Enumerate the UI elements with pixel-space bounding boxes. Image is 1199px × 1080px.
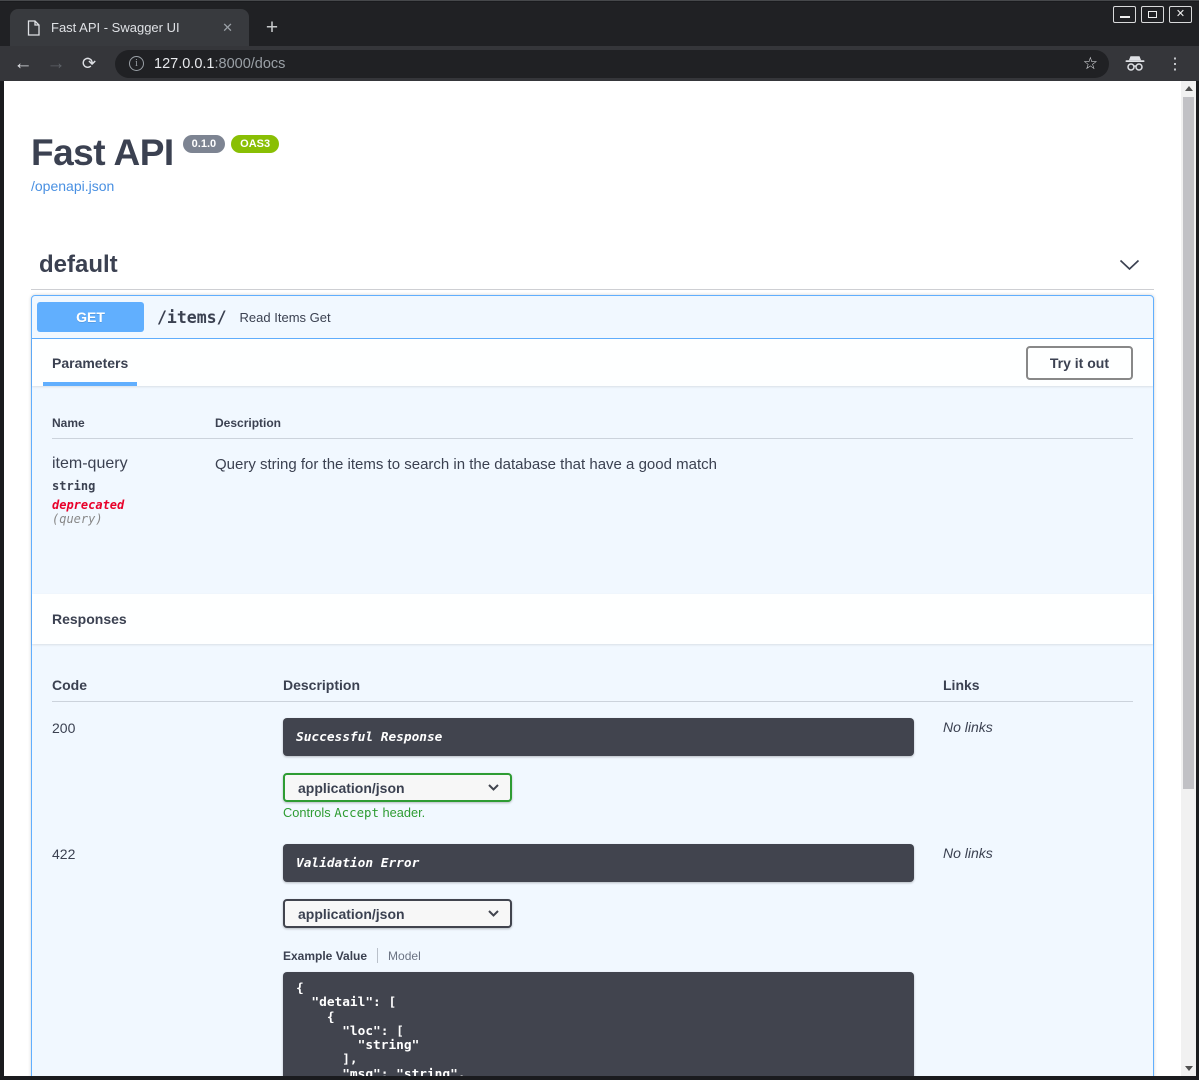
example-model-tabs: Example Value Model: [283, 948, 943, 963]
accept-note-code: Accept: [334, 805, 379, 820]
media-type-value: application/json: [298, 779, 405, 796]
response-description-box: Successful Response: [283, 718, 914, 756]
maximize-button[interactable]: [1141, 6, 1164, 23]
minimize-button[interactable]: [1113, 6, 1136, 23]
incognito-icon[interactable]: [1123, 55, 1147, 72]
openapi-spec-link[interactable]: /openapi.json: [31, 178, 114, 194]
responses-header: Responses: [32, 594, 1153, 644]
swagger-page: Fast API 0.1.0 OAS3 /openapi.json defaul…: [4, 81, 1181, 1076]
response-description-cell: Successful Response application/json Con…: [283, 702, 943, 820]
tab-strip: Fast API - Swagger UI ✕ + ✕: [0, 2, 1199, 46]
scroll-up-icon: [1184, 86, 1193, 91]
url-path: :8000/docs: [214, 55, 286, 72]
media-type-select[interactable]: application/json: [283, 899, 512, 928]
chevron-down-icon[interactable]: [1119, 259, 1140, 271]
accept-note-prefix: Controls: [283, 805, 335, 820]
bookmark-star-icon[interactable]: ☆: [1083, 54, 1098, 74]
response-description-text: Successful Response: [296, 730, 443, 745]
forward-icon[interactable]: →: [45, 54, 67, 73]
param-col-description: Description: [215, 416, 1133, 439]
scrollbar-up-button[interactable]: [1181, 81, 1196, 96]
tab-close-icon[interactable]: ✕: [216, 20, 239, 36]
url-host: 127.0.0.1: [154, 55, 215, 72]
responses-heading: Responses: [52, 611, 127, 627]
vertical-scrollbar: [1181, 81, 1196, 1076]
response-row-200: 200 Successful Response application/json…: [52, 702, 1133, 820]
parameter-type: string: [52, 479, 96, 493]
parameters-section: Name Description item-query string depre…: [32, 386, 1153, 594]
site-info-icon[interactable]: i: [129, 56, 144, 71]
close-icon: ✕: [1175, 8, 1186, 20]
media-type-value: application/json: [298, 905, 405, 922]
media-type-select[interactable]: application/json: [283, 773, 512, 802]
parameter-description: Query string for the items to search in …: [215, 456, 717, 473]
swagger-content: Fast API 0.1.0 OAS3 /openapi.json defaul…: [4, 134, 1181, 1076]
parameters-tab-header: Parameters Try it out: [32, 339, 1153, 386]
tab-parameters: Parameters: [43, 339, 138, 386]
address-bar[interactable]: i 127.0.0.1:8000/docs ☆: [115, 49, 1109, 78]
url-text: 127.0.0.1:8000/docs: [154, 56, 285, 72]
back-icon[interactable]: ←: [12, 54, 34, 73]
response-code: 200: [52, 720, 76, 736]
browser-window: Fast API - Swagger UI ✕ + ✕ ← → ⟳ i 127.…: [0, 0, 1199, 1080]
chevron-down-icon: [488, 910, 499, 917]
api-title: Fast API: [31, 132, 174, 173]
responses-col-description: Description: [283, 677, 943, 702]
parameter-name: item-query: [52, 455, 128, 472]
scrollbar-thumb[interactable]: [1183, 97, 1194, 789]
param-col-name: Name: [52, 416, 215, 439]
http-method-badge: GET: [37, 302, 144, 332]
responses-table-head: Code Description Links: [52, 677, 1133, 702]
response-links: No links: [943, 845, 993, 861]
try-it-out-button[interactable]: Try it out: [1025, 345, 1133, 380]
browser-tab[interactable]: Fast API - Swagger UI ✕: [10, 9, 249, 46]
response-description-text: Validation Error: [296, 856, 420, 871]
parameter-location: (query): [52, 512, 103, 526]
minimize-icon: [1119, 16, 1130, 18]
chevron-down-icon: [488, 784, 499, 791]
tag-section-title: default: [39, 251, 118, 278]
response-links: No links: [943, 719, 993, 735]
scrollbar-down-button[interactable]: [1181, 1061, 1196, 1076]
parameter-deprecated-label: deprecated: [52, 498, 125, 512]
tab-title: Fast API - Swagger UI: [51, 20, 180, 35]
get-items-opblock: GET /items/ Read Items Get Parameters Tr…: [31, 295, 1154, 1076]
browser-toolbar: ← → ⟳ i 127.0.0.1:8000/docs ☆ ⋮: [0, 46, 1199, 81]
responses-col-links: Links: [943, 677, 1133, 702]
accept-header-note: Controls Accept header.: [283, 805, 943, 820]
api-badges: 0.1.0 OAS3: [182, 135, 280, 154]
parameter-row-name-cell: item-query string deprecated (query): [52, 439, 215, 526]
tag-section-header[interactable]: default: [31, 251, 1154, 290]
parameters-heading: Parameters: [52, 354, 129, 371]
response-description-box: Validation Error: [283, 844, 914, 882]
tab-separator: [377, 948, 379, 963]
endpoint-summary: Read Items Get: [239, 309, 331, 325]
example-json-block: { "detail": [ { "loc": [ "string" ], "ms…: [283, 972, 914, 1076]
oas3-badge: OAS3: [231, 135, 280, 154]
opblock-summary[interactable]: GET /items/ Read Items Get: [32, 296, 1153, 339]
maximize-icon: [1148, 11, 1157, 18]
response-description-cell: Validation Error application/json Exampl…: [283, 828, 943, 1076]
tab-model[interactable]: Model: [388, 949, 421, 963]
version-badge: 0.1.0: [182, 135, 226, 154]
responses-section: Code Description Links 200 Successful Re…: [32, 644, 1153, 1076]
response-code: 422: [52, 846, 76, 862]
response-row-422: 422 Validation Error application/json Ex…: [52, 828, 1133, 1076]
responses-col-code: Code: [52, 677, 283, 702]
close-button[interactable]: ✕: [1169, 6, 1192, 23]
accept-note-suffix: header.: [378, 805, 426, 820]
reload-icon[interactable]: ⟳: [78, 55, 100, 72]
kebab-menu-icon[interactable]: ⋮: [1167, 54, 1183, 74]
api-header: Fast API 0.1.0 OAS3: [31, 134, 1154, 171]
endpoint-path: /items/: [157, 307, 227, 327]
parameters-table: Name Description item-query string depre…: [52, 416, 1133, 526]
document-icon: [27, 19, 40, 36]
new-tab-button[interactable]: +: [258, 14, 286, 42]
tab-example-value[interactable]: Example Value: [283, 949, 367, 963]
window-controls: ✕: [1113, 6, 1192, 23]
scroll-down-icon: [1184, 1066, 1193, 1071]
